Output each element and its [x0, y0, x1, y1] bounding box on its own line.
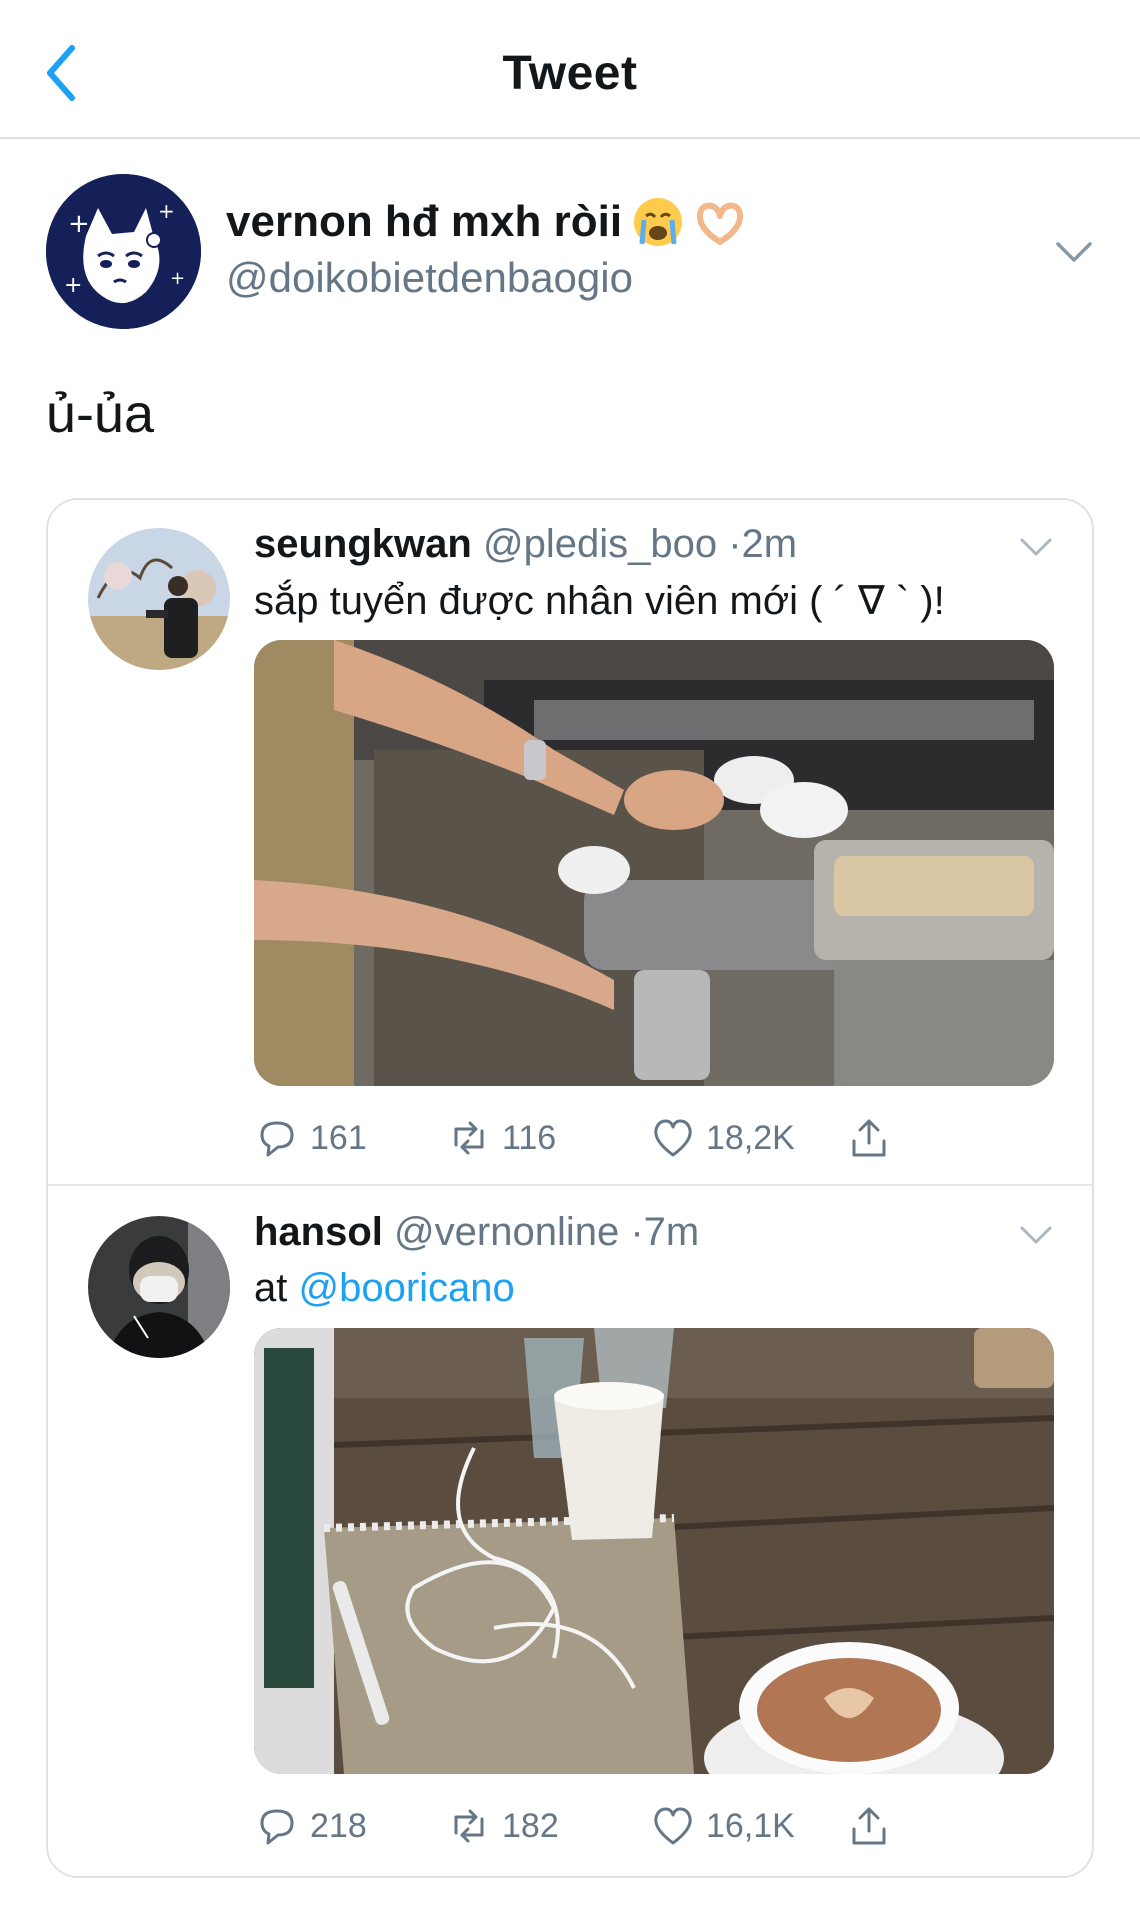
- chevron-down-icon: [1020, 1226, 1052, 1244]
- svg-text:+: +: [170, 268, 185, 289]
- tweet-photo[interactable]: [254, 640, 1054, 1086]
- reply-count: 218: [310, 1806, 367, 1845]
- display-name[interactable]: seungkwan: [254, 522, 472, 566]
- share-button[interactable]: [846, 1798, 892, 1854]
- tweet-options-button[interactable]: [1052, 232, 1096, 272]
- separator-dot: ·: [630, 1210, 644, 1254]
- tweet-text: at @booricano: [254, 1266, 515, 1311]
- handle[interactable]: @vernonline: [394, 1210, 619, 1254]
- mention-link[interactable]: @booricano: [298, 1266, 514, 1310]
- heart-icon: [654, 1807, 692, 1845]
- tweet-options-button[interactable]: [1016, 1218, 1056, 1254]
- retweet-button[interactable]: 116: [446, 1110, 556, 1166]
- retweet-icon: [454, 1121, 484, 1155]
- tweet-actions: 218 182 16,1K: [254, 1798, 1054, 1854]
- share-icon: [852, 1119, 886, 1157]
- heart-hands-emoji-icon: [696, 202, 744, 245]
- reply-icon: [260, 1809, 294, 1845]
- quoted-tweets-card[interactable]: seungkwan @pledis_boo ·2m sắp tuyển được…: [46, 498, 1094, 1878]
- quoted-tweet[interactable]: seungkwan @pledis_boo ·2m sắp tuyển được…: [48, 500, 1092, 1186]
- quoted-tweet-header: seungkwan @pledis_boo ·2m: [254, 522, 797, 567]
- chevron-down-icon: [1056, 242, 1092, 262]
- share-icon: [852, 1807, 886, 1845]
- quoted-tweet[interactable]: hansol @vernonline ·7m at @booricano 218…: [48, 1188, 1092, 1876]
- like-button[interactable]: 18,2K: [650, 1110, 795, 1166]
- cafe-table-latte-photo: [254, 1328, 1054, 1774]
- handle[interactable]: @pledis_boo: [483, 522, 717, 566]
- crying-face-emoji-icon: [634, 198, 683, 246]
- tweet-photo[interactable]: [254, 1328, 1054, 1774]
- svg-text:+: +: [158, 199, 175, 223]
- avatar[interactable]: [88, 528, 230, 670]
- tweet-options-button[interactable]: [1016, 530, 1056, 566]
- retweet-count: 182: [502, 1806, 559, 1845]
- page-title: Tweet: [502, 47, 638, 100]
- timestamp: 2m: [741, 522, 798, 566]
- profile-photo-image: [88, 528, 230, 670]
- author-display-name[interactable]: vernon hđ mxh ròii: [226, 196, 746, 248]
- profile-photo-image: [88, 1216, 230, 1358]
- barista-pouring-coffee-photo: [254, 640, 1054, 1086]
- tweet-text-prefix: at: [254, 1266, 299, 1310]
- like-count: 16,1K: [706, 1806, 795, 1845]
- retweet-button[interactable]: 182: [446, 1798, 559, 1854]
- cartoon-avatar-image: + + + +: [46, 174, 201, 329]
- author-avatar[interactable]: + + + +: [46, 174, 201, 329]
- retweet-count: 116: [502, 1118, 557, 1157]
- svg-text:+: +: [64, 273, 82, 298]
- author-handle[interactable]: @doikobietdenbaogio: [226, 254, 633, 302]
- display-name[interactable]: hansol: [254, 1210, 383, 1254]
- like-button[interactable]: 16,1K: [650, 1798, 795, 1854]
- avatar[interactable]: [88, 1216, 230, 1358]
- reply-count: 161: [310, 1118, 367, 1157]
- display-name-text: vernon hđ mxh ròii: [226, 197, 623, 246]
- top-nav-bar: Tweet: [0, 0, 1140, 139]
- svg-text:+: +: [68, 209, 90, 239]
- reply-button[interactable]: 161: [254, 1110, 367, 1166]
- tweet-actions: 161 116 18,2K: [254, 1110, 1054, 1166]
- tweet-text: ủ-ủa: [46, 384, 155, 444]
- timestamp: 7m: [643, 1210, 700, 1254]
- reply-icon: [260, 1121, 294, 1157]
- heart-icon: [654, 1119, 692, 1157]
- chevron-down-icon: [1020, 538, 1052, 556]
- like-count: 18,2K: [706, 1118, 795, 1157]
- separator-dot: ·: [728, 522, 742, 566]
- share-button[interactable]: [846, 1110, 892, 1166]
- reply-button[interactable]: 218: [254, 1798, 367, 1854]
- retweet-icon: [454, 1809, 484, 1843]
- quoted-tweet-header: hansol @vernonline ·7m: [254, 1210, 699, 1255]
- tweet-text: sắp tuyển được nhân viên mới ( ´ ∇ ` )!: [254, 579, 945, 623]
